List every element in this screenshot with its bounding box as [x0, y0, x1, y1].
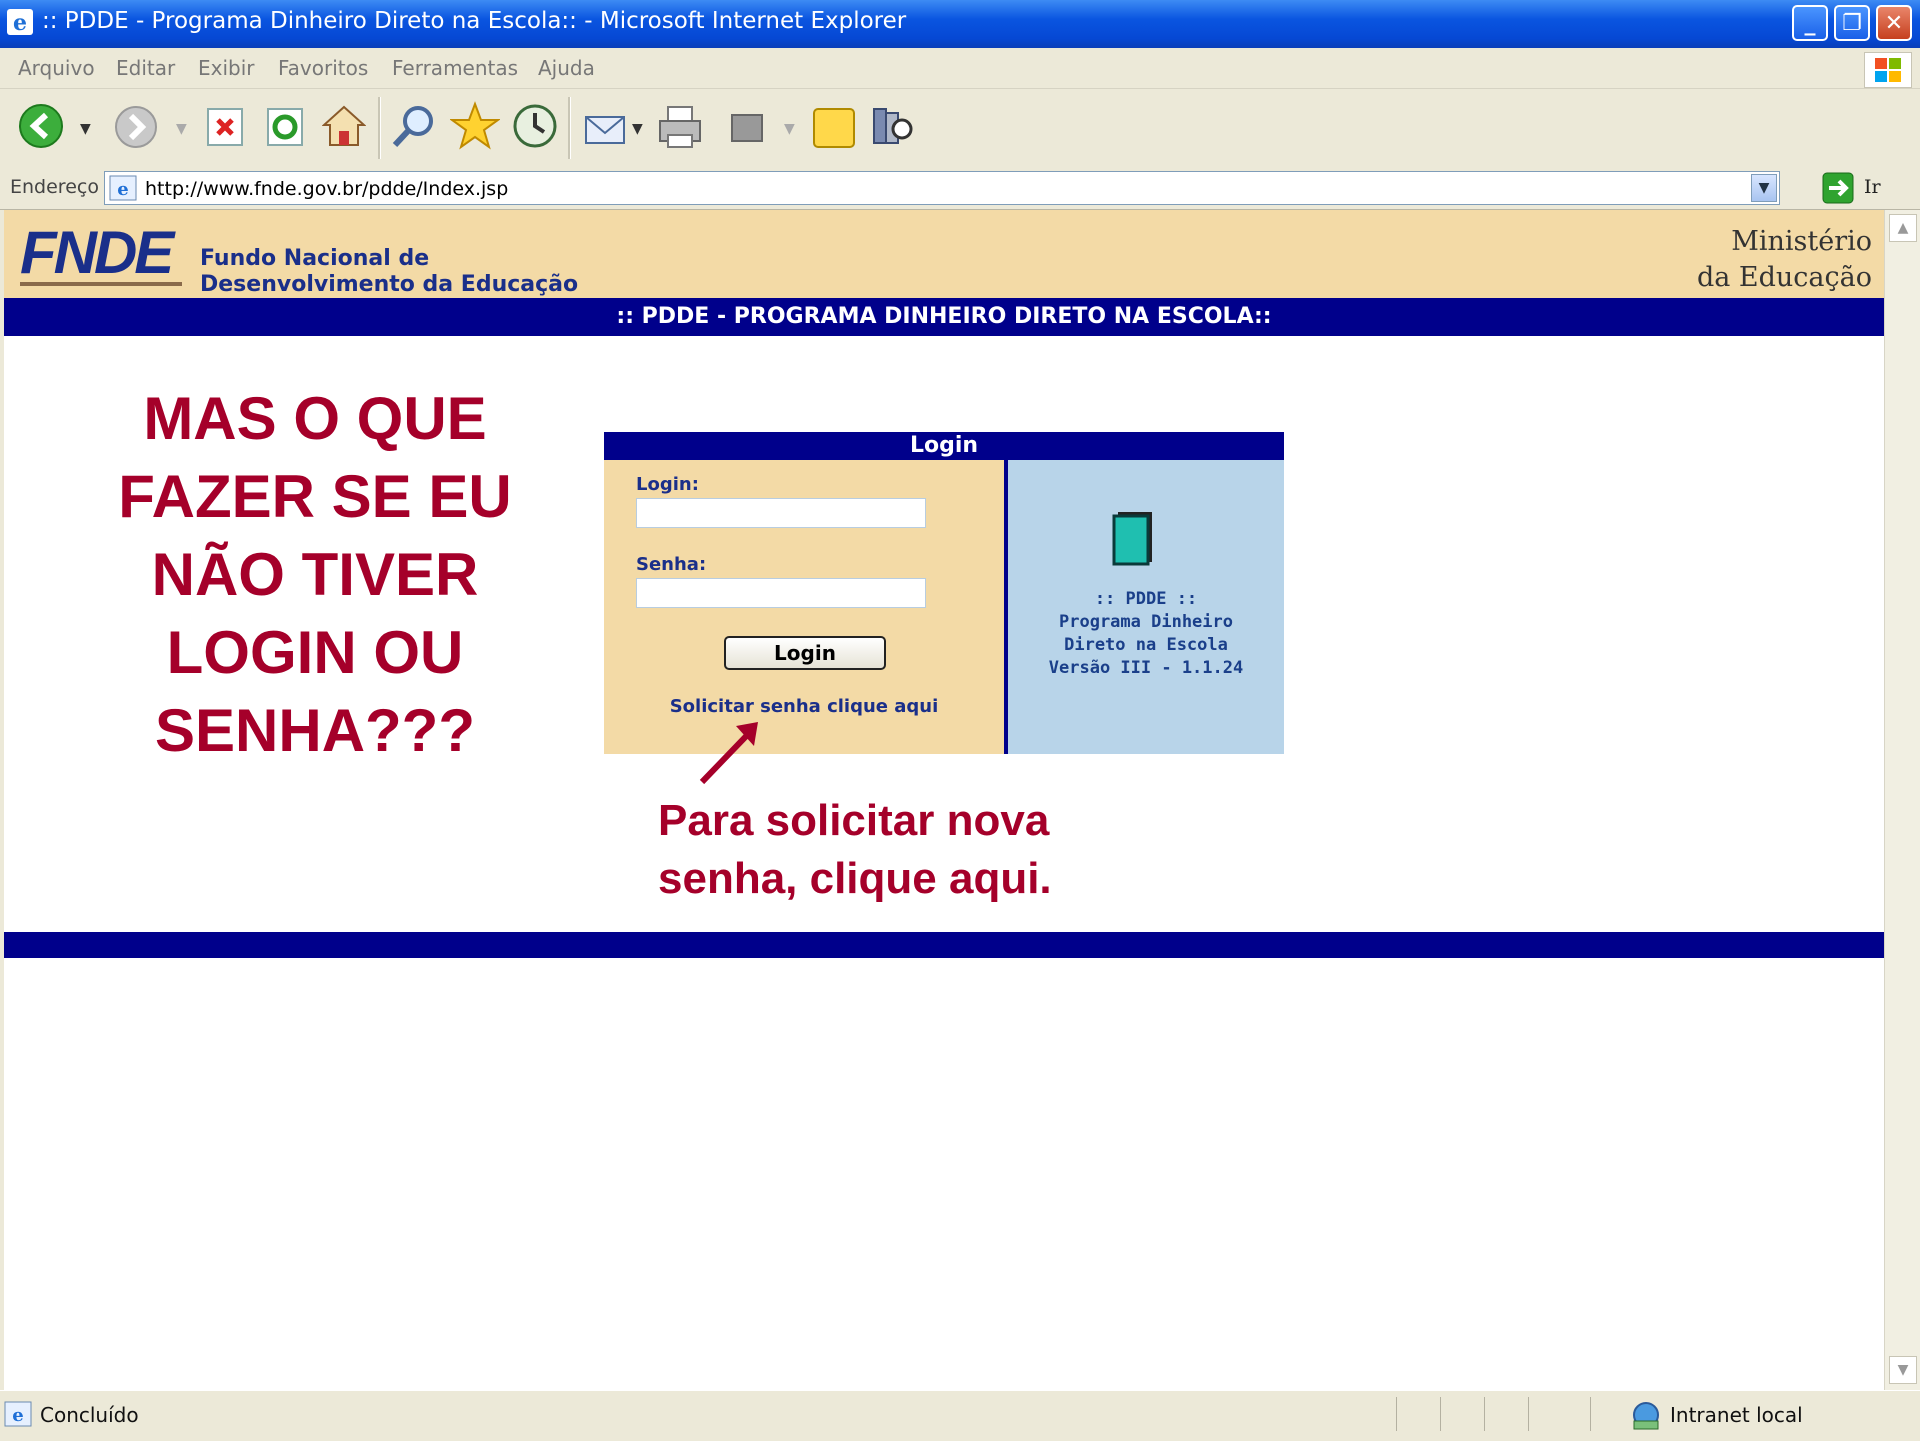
question-line: SENHA??? [155, 697, 475, 764]
ministry-line2: da Educação [1696, 262, 1872, 293]
info-line2: Programa Dinheiro [1059, 612, 1233, 632]
svg-text:e: e [13, 10, 27, 36]
page-icon: e [109, 175, 137, 205]
title-bar: e :: PDDE - Programa Dinheiro Direto na … [0, 0, 1920, 48]
forward-icon[interactable] [114, 105, 158, 153]
menu-arquivo[interactable]: Arquivo [18, 56, 95, 80]
go-button[interactable]: Ir [1864, 176, 1881, 198]
program-banner: :: PDDE - PROGRAMA DINHEIRO DIRETO NA ES… [4, 298, 1884, 336]
site-header: FNDE Fundo Nacional de Desenvolvimento d… [4, 210, 1884, 298]
menu-bar: Arquivo Editar Exibir Favoritos Ferramen… [0, 48, 1920, 89]
home-icon[interactable] [321, 103, 367, 153]
menu-favoritos[interactable]: Favoritos [278, 56, 368, 80]
login-form: Login: Senha: Solicitar senha clique aqu… [604, 460, 1004, 754]
login-input[interactable] [636, 498, 926, 528]
restore-button[interactable]: ❐ [1834, 5, 1870, 41]
discuss-icon[interactable] [812, 107, 856, 153]
zone-text: Intranet local [1670, 1403, 1803, 1427]
research-icon[interactable] [870, 103, 916, 153]
scroll-down-icon[interactable]: ▼ [1889, 1356, 1917, 1384]
question-line: NÃO TIVER [151, 541, 479, 608]
hint-line1: Para solicitar nova [658, 796, 1050, 845]
mail-icon[interactable] [584, 107, 628, 151]
toolbar-separator [568, 97, 571, 159]
logo-underline [20, 282, 182, 286]
info-line4: Versão III - 1.1.24 [1048, 658, 1244, 678]
login-panel-title: Login [909, 433, 979, 458]
vertical-scrollbar[interactable]: ▲ ▼ [1884, 210, 1920, 1390]
menu-ajuda[interactable]: Ajuda [538, 56, 595, 80]
scroll-up-icon[interactable]: ▲ [1889, 214, 1917, 242]
status-text: Concluído [40, 1403, 139, 1427]
status-cell [1396, 1397, 1397, 1431]
svg-text:e: e [117, 179, 128, 200]
ministry-line1: Ministério [1731, 226, 1872, 257]
book-icon [1112, 510, 1156, 570]
mail-dropdown-icon[interactable]: ▼ [632, 121, 643, 137]
fnde-logo: FNDE [20, 219, 174, 286]
status-cell [1440, 1397, 1441, 1431]
login-button[interactable]: Login [724, 636, 886, 670]
menu-editar[interactable]: Editar [116, 56, 175, 80]
org-name-line2: Desenvolvimento da Educação [200, 272, 579, 297]
edit-dropdown-icon[interactable]: ▼ [784, 121, 795, 137]
stop-icon[interactable] [206, 107, 244, 151]
edit-icon[interactable] [730, 113, 764, 147]
intranet-icon [1630, 1401, 1662, 1435]
status-bar: e Concluído Intranet local [0, 1390, 1920, 1441]
go-arrow-icon[interactable] [1822, 172, 1854, 208]
info-line1: :: PDDE :: [1094, 589, 1198, 609]
program-info-panel: :: PDDE :: Programa Dinheiro Direto na E… [1008, 460, 1284, 754]
request-password-link[interactable]: Solicitar senha clique aqui [604, 696, 1004, 717]
address-url[interactable]: http://www.fnde.gov.br/pdde/Index.jsp [145, 178, 508, 200]
program-info-text: :: PDDE :: Programa Dinheiro Direto na E… [1008, 588, 1284, 680]
status-cell [1590, 1397, 1591, 1431]
arrow-icon [696, 716, 766, 792]
minimize-button[interactable]: _ [1792, 5, 1828, 41]
back-icon[interactable] [18, 103, 64, 153]
status-cell [1528, 1397, 1529, 1431]
org-name-line1: Fundo Nacional de [200, 246, 430, 271]
password-label: Senha: [636, 554, 707, 575]
hint-annotation: Para solicitar nova senha, clique aqui. [658, 792, 1052, 908]
org-name: Fundo Nacional de Desenvolvimento da Edu… [200, 246, 578, 298]
status-cell [1484, 1397, 1485, 1431]
history-icon[interactable] [512, 103, 558, 153]
address-bar: Endereço e http://www.fnde.gov.br/pdde/I… [0, 167, 1920, 210]
window-title: :: PDDE - Programa Dinheiro Direto na Es… [42, 8, 907, 34]
question-line: MAS O QUE [143, 385, 487, 452]
forward-dropdown-icon[interactable]: ▼ [176, 121, 187, 137]
address-field[interactable]: e http://www.fnde.gov.br/pdde/Index.jsp … [104, 171, 1780, 205]
ministry-name: Ministério da Educação [1697, 224, 1872, 296]
toolbar: ▼ ▼ ▼ ▼ [0, 89, 1920, 168]
print-icon[interactable] [656, 103, 704, 155]
search-icon[interactable] [390, 103, 438, 155]
ie-icon: e [6, 8, 34, 36]
menu-exibir[interactable]: Exibir [198, 56, 255, 80]
password-input[interactable] [636, 578, 926, 608]
question-line: LOGIN OU [166, 619, 464, 686]
close-button[interactable]: ✕ [1876, 5, 1912, 41]
toolbar-separator [378, 97, 381, 159]
info-line3: Direto na Escola [1064, 635, 1228, 655]
refresh-icon[interactable] [266, 107, 304, 151]
question-annotation: MAS O QUE FAZER SE EU NÃO TIVER LOGIN OU… [60, 380, 570, 770]
footer-bar [4, 932, 1884, 958]
login-label: Login: [636, 474, 699, 495]
hint-line2: senha, clique aqui. [658, 854, 1052, 903]
favorites-star-icon[interactable] [448, 101, 502, 155]
address-label: Endereço [10, 176, 99, 198]
back-dropdown-icon[interactable]: ▼ [80, 121, 91, 137]
windows-logo-icon [1864, 52, 1912, 88]
address-dropdown-icon[interactable]: ▼ [1751, 174, 1777, 202]
svg-text:e: e [12, 1405, 23, 1426]
question-line: FAZER SE EU [118, 463, 512, 530]
menu-ferramentas[interactable]: Ferramentas [392, 56, 518, 80]
status-page-icon: e [4, 1401, 32, 1431]
